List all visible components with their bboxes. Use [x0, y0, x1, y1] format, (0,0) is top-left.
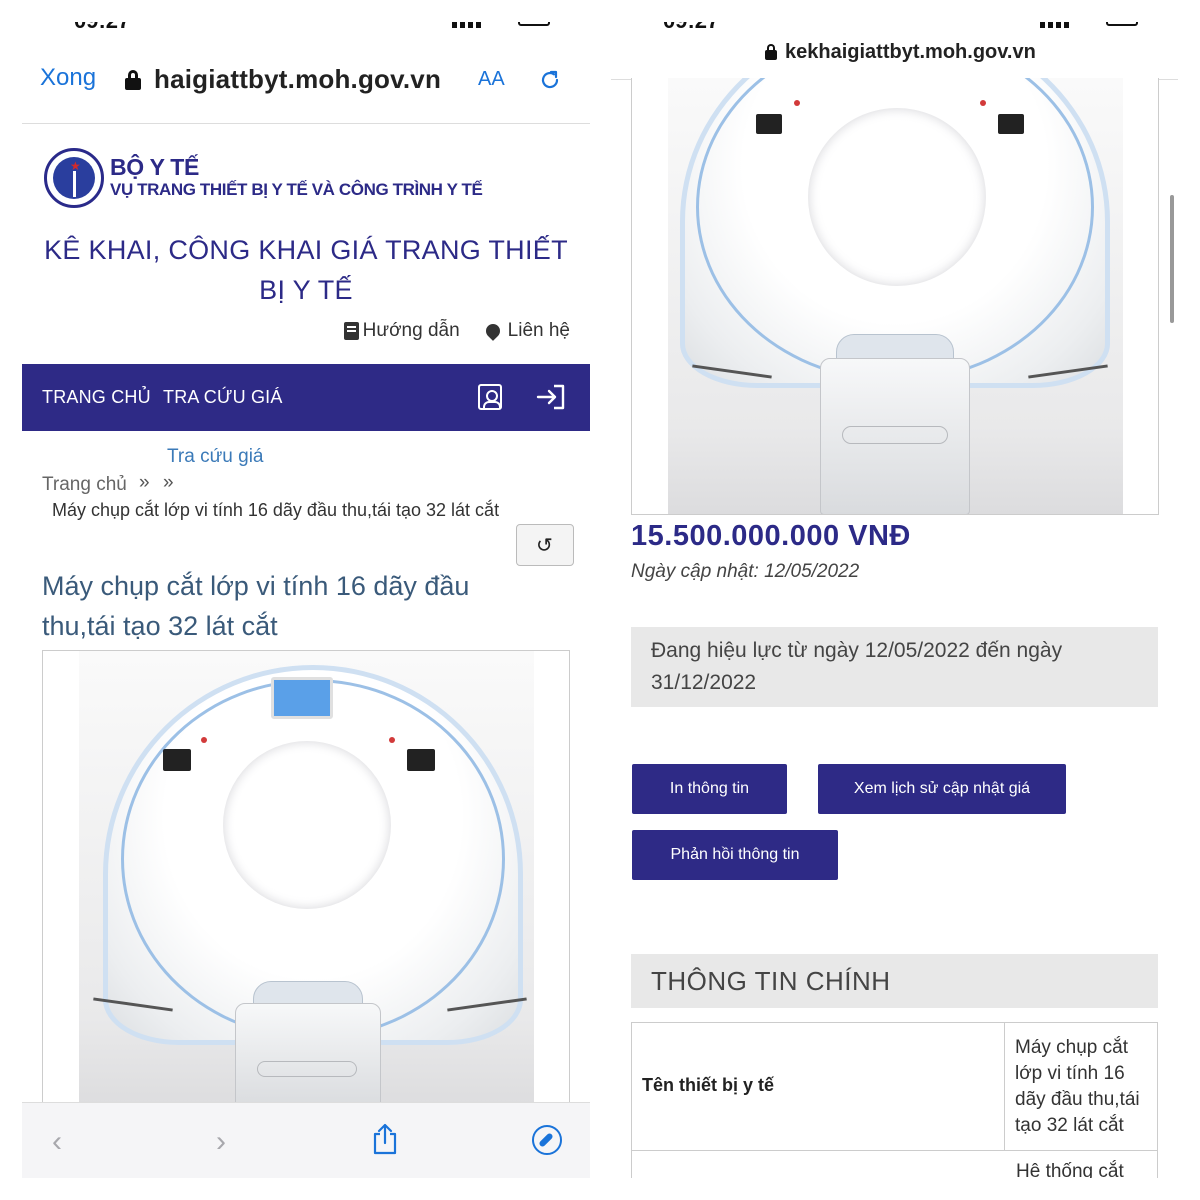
breadcrumb-current: Máy chụp cắt lớp vi tính 16 dãy đầu thu,…	[52, 500, 500, 520]
product-image	[631, 78, 1159, 515]
print-info-button[interactable]: In thông tin	[632, 764, 787, 814]
section-main-info: THÔNG TIN CHÍNH	[631, 954, 1158, 1008]
table-row: Tên thiết bị y tế	[632, 1023, 1005, 1151]
next-row-value: Hệ thống cắt	[1016, 1161, 1124, 1178]
undo-button[interactable]: ↺	[516, 524, 574, 566]
user-badge-icon[interactable]	[478, 384, 502, 410]
nav-home[interactable]: TRANG CHỦ	[42, 387, 151, 408]
contact-link[interactable]: Liên hệ	[482, 320, 570, 342]
lock-icon	[765, 44, 777, 60]
status-time: 09:27	[74, 22, 130, 34]
battery-icon	[1106, 22, 1138, 26]
product-image	[42, 650, 570, 1110]
update-date: Ngày cập nhật: 12/05/2022	[631, 561, 860, 582]
org-name: BỘ Y TẾ	[110, 154, 200, 180]
status-bar: 09:27	[22, 22, 590, 38]
left-screenshot: 09:27 Xong haigiattbyt.moh.gov.vn AA ★ B…	[22, 22, 590, 1178]
org-department: VỤ TRANG THIẾT BỊ Y TẾ VÀ CÔNG TRÌNH Y T…	[110, 180, 483, 199]
address-bar-url[interactable]: kekhaigiattbyt.moh.gov.vn	[785, 41, 1036, 64]
guide-link-label: Hướng dẫn	[362, 320, 460, 341]
scrollbar[interactable]	[1170, 195, 1174, 323]
back-icon[interactable]: ‹	[52, 1125, 62, 1159]
done-button[interactable]: Xong	[40, 64, 96, 92]
status-bar: 09:27	[611, 22, 1178, 38]
status-time: 09:27	[663, 22, 719, 34]
text-size-button[interactable]: AA	[478, 68, 505, 91]
login-icon[interactable]	[536, 384, 566, 410]
lock-icon	[125, 70, 141, 90]
forward-icon[interactable]: ›	[216, 1125, 226, 1159]
browser-top-bar: 09:27 kekhaigiattbyt.moh.gov.vn	[611, 0, 1178, 80]
site-title: KÊ KHAI, CÔNG KHAI GIÁ TRANG THIẾT BỊ Y …	[44, 235, 568, 305]
guide-link[interactable]: Hướng dẫn	[343, 320, 460, 342]
device-name-value: Máy chụp cắt lớp vi tính 16 dãy đầu thu,…	[1005, 1023, 1158, 1151]
compass-icon[interactable]	[532, 1125, 562, 1155]
breadcrumb-home[interactable]: Trang chủ	[42, 474, 127, 496]
header-links: Hướng dẫn Liên hệ	[343, 320, 570, 342]
product-title: Máy chụp cắt lớp vi tính 16 dãy đầu thu,…	[42, 571, 470, 641]
main-nav: TRANG CHỦ TRA CỨU GIÁ	[22, 364, 590, 431]
undo-icon: ↺	[536, 535, 553, 557]
map-pin-icon	[482, 321, 503, 341]
browser-bottom-toolbar: ‹ ›	[22, 1102, 590, 1178]
info-table: Tên thiết bị y tế Máy chụp cắt lớp vi tí…	[631, 1022, 1158, 1178]
battery-icon	[518, 22, 550, 26]
device-name-label: Tên thiết bị y tế	[642, 1075, 775, 1095]
right-screenshot: 09:27 kekhaigiattbyt.moh.gov.vn 15.500.0…	[611, 0, 1178, 1178]
book-icon	[343, 322, 359, 340]
feedback-button[interactable]: Phản hồi thông tin	[632, 830, 838, 880]
price-history-button[interactable]: Xem lịch sử cập nhật giá	[818, 764, 1066, 814]
breadcrumb-price-lookup[interactable]: Tra cứu giá	[167, 446, 264, 468]
share-icon[interactable]	[372, 1123, 398, 1155]
ministry-logo[interactable]: ★	[44, 148, 104, 208]
address-bar-url[interactable]: haigiattbyt.moh.gov.vn	[154, 64, 441, 95]
reload-icon[interactable]	[538, 68, 562, 92]
contact-link-label: Liên hệ	[507, 320, 570, 341]
breadcrumb-separator: »	[163, 472, 174, 493]
browser-top-bar: Xong haigiattbyt.moh.gov.vn AA	[22, 42, 590, 124]
validity-notice: Đang hiệu lực từ ngày 12/05/2022 đến ngà…	[631, 627, 1158, 707]
product-price: 15.500.000.000 VNĐ	[631, 520, 911, 552]
nav-price-lookup[interactable]: TRA CỨU GIÁ	[163, 387, 283, 408]
breadcrumb-separator: »	[139, 472, 150, 493]
